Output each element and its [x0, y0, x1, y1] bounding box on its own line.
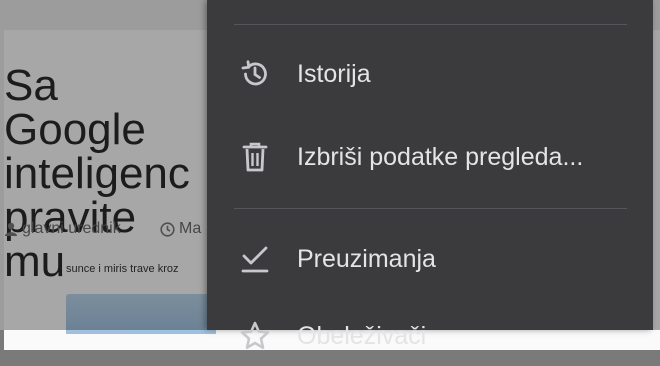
menu-item-downloads[interactable]: Preuzimanja [207, 229, 653, 289]
download-check-icon [238, 242, 272, 276]
menu-item-clear-browsing-data[interactable]: Izbriši podatke pregleda... [207, 127, 653, 187]
menu-item-label: Obeleživači [297, 321, 427, 350]
menu-divider [234, 208, 627, 209]
menu-item-bookmarks[interactable]: Obeleživači [207, 306, 653, 366]
trash-icon [238, 140, 272, 174]
menu-item-label: Preuzimanja [297, 244, 436, 273]
menu-item-history[interactable]: Istorija [207, 44, 653, 104]
menu-item-label: Izbriši podatke pregleda... [297, 142, 584, 171]
overflow-menu: Istorija Izbriši podatke pregleda... Pre… [207, 0, 653, 350]
star-icon [238, 319, 272, 353]
menu-item-label: Istorija [297, 59, 371, 88]
menu-divider [234, 24, 627, 25]
history-icon [238, 57, 272, 91]
